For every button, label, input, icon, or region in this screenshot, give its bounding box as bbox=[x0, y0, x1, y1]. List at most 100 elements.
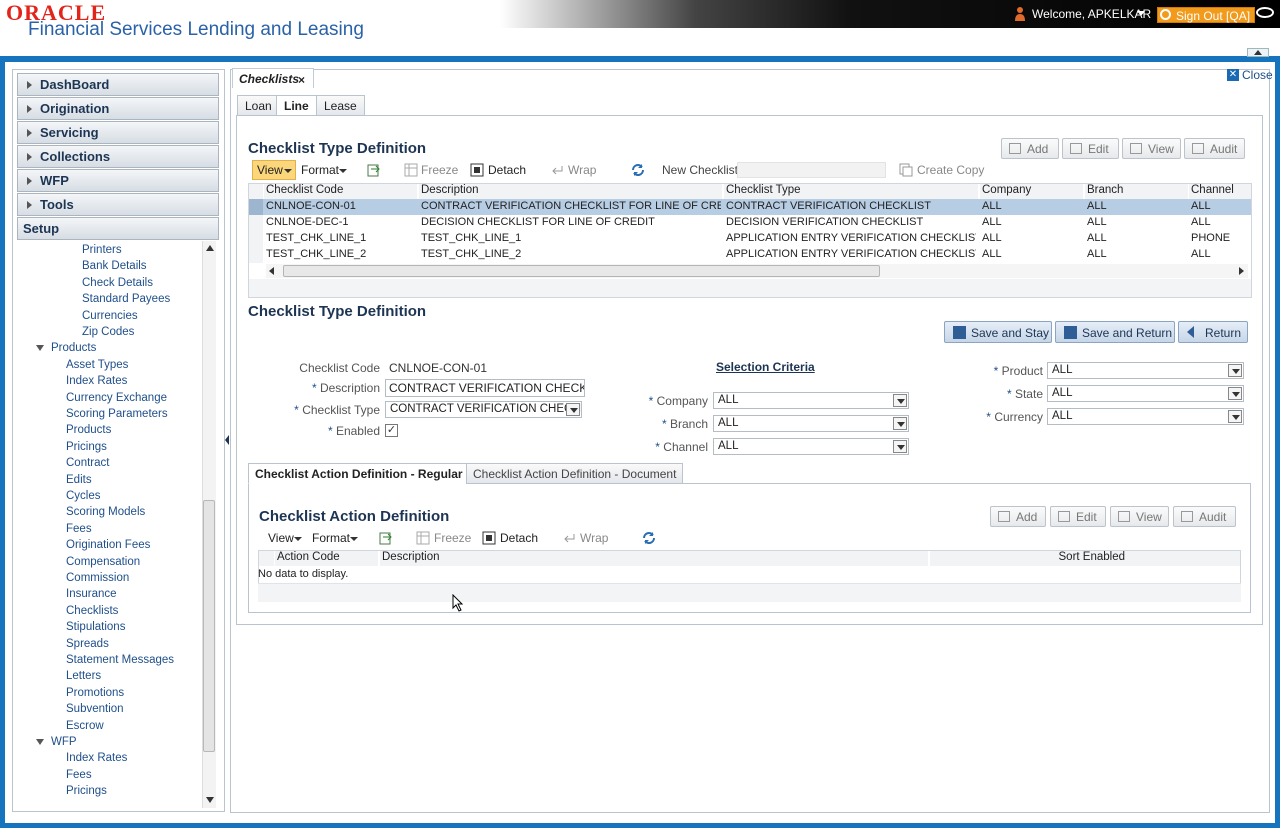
tree-item[interactable]: Fees bbox=[66, 769, 92, 781]
wrap-button[interactable]: Wrap bbox=[568, 163, 596, 177]
freeze-button[interactable]: Freeze bbox=[421, 163, 458, 177]
format-menu[interactable]: Format bbox=[301, 163, 339, 177]
tree-item[interactable]: WFP bbox=[36, 736, 77, 748]
sign-out-button[interactable]: Sign Out [QA] bbox=[1157, 7, 1256, 23]
view-action-button[interactable]: View bbox=[1110, 506, 1169, 527]
edit-action-button[interactable]: Edit bbox=[1050, 506, 1106, 527]
tree-item[interactable]: Pricings bbox=[66, 785, 107, 797]
scroll-down-icon[interactable] bbox=[206, 797, 214, 803]
tree-item[interactable]: Edits bbox=[66, 474, 92, 486]
export-icon[interactable] bbox=[379, 531, 393, 545]
format-menu[interactable]: Format bbox=[312, 531, 350, 545]
description-input[interactable]: CONTRACT VERIFICATION CHECKLIST F bbox=[385, 379, 585, 397]
tree-item[interactable]: Currencies bbox=[82, 310, 138, 322]
column-header-company[interactable]: Company bbox=[980, 184, 1083, 199]
column-header-branch[interactable]: Branch bbox=[1085, 184, 1188, 199]
tree-item[interactable]: Insurance bbox=[66, 588, 117, 600]
column-header-description[interactable]: Description bbox=[380, 551, 928, 566]
export-icon[interactable] bbox=[367, 163, 381, 177]
view-menu[interactable]: View bbox=[268, 531, 294, 545]
close-button[interactable]: Close bbox=[1242, 68, 1273, 82]
table-row[interactable]: TEST_CHK_LINE_2 TEST_CHK_LINE_2 APPLICATIO… bbox=[249, 247, 1251, 263]
row-header[interactable] bbox=[249, 231, 263, 247]
tree-item[interactable]: Stipulations bbox=[66, 621, 125, 633]
row-header[interactable] bbox=[249, 199, 263, 215]
grid-scroll-thumb[interactable] bbox=[283, 265, 880, 277]
tree-item[interactable]: Products bbox=[35, 342, 96, 354]
table-row[interactable]: TEST_CHK_LINE_1 TEST_CHK_LINE_1 APPLICATIO… bbox=[249, 231, 1251, 247]
enabled-checkbox[interactable]: ✓ bbox=[385, 424, 398, 437]
add-action-button[interactable]: Add bbox=[990, 506, 1046, 527]
tab-loan[interactable]: Loan bbox=[237, 95, 280, 116]
audit-button[interactable]: Audit bbox=[1184, 138, 1245, 159]
collapse-header-button[interactable] bbox=[1247, 48, 1269, 57]
add-button[interactable]: Add bbox=[1001, 138, 1059, 159]
scroll-right-icon[interactable] bbox=[1239, 267, 1244, 275]
new-checklist-input[interactable] bbox=[737, 162, 886, 178]
tree-item[interactable]: Index Rates bbox=[66, 752, 127, 764]
close-icon[interactable]: ✕ bbox=[1227, 69, 1239, 81]
detach-button[interactable]: Detach bbox=[488, 163, 526, 177]
tree-item[interactable]: Zip Codes bbox=[82, 326, 134, 338]
sidebar-item-wfp[interactable]: WFP bbox=[17, 169, 219, 192]
tree-item[interactable]: Currency Exchange bbox=[66, 392, 167, 404]
tree-item[interactable]: Spreads bbox=[66, 638, 109, 650]
column-header-action-code[interactable]: Action Code bbox=[275, 551, 378, 566]
checklist-type-select[interactable]: CONTRACT VERIFICATION CHECKLI bbox=[385, 401, 582, 418]
scroll-up-icon[interactable] bbox=[206, 245, 214, 251]
tab-action-regular[interactable]: Checklist Action Definition - Regular bbox=[248, 463, 470, 484]
freeze-button[interactable]: Freeze bbox=[434, 531, 471, 545]
tree-item[interactable]: Letters bbox=[66, 670, 101, 682]
table-row[interactable]: CNLNOE-DEC-1 DECISION CHECKLIST FOR LINE … bbox=[249, 215, 1251, 231]
wrap-button[interactable]: Wrap bbox=[580, 531, 608, 545]
tab-line[interactable]: Line bbox=[276, 95, 317, 116]
company-select[interactable]: ALL bbox=[713, 392, 909, 409]
tree-item[interactable]: Escrow bbox=[66, 720, 104, 732]
tree-item[interactable]: Scoring Models bbox=[66, 506, 145, 518]
return-button[interactable]: Return bbox=[1178, 321, 1248, 343]
refresh-icon[interactable] bbox=[631, 163, 645, 177]
detach-button[interactable]: Detach bbox=[500, 531, 538, 545]
tree-item[interactable]: Compensation bbox=[66, 556, 140, 568]
channel-select[interactable]: ALL bbox=[713, 438, 909, 455]
tree-item[interactable]: Check Details bbox=[82, 277, 153, 289]
row-header[interactable] bbox=[249, 215, 263, 231]
sidebar-scroll-thumb[interactable] bbox=[203, 500, 215, 752]
column-header-code[interactable]: Checklist Code bbox=[264, 184, 417, 199]
tree-item[interactable]: Scoring Parameters bbox=[66, 408, 168, 420]
tree-item[interactable]: Statement Messages bbox=[66, 654, 174, 666]
view-button[interactable]: View bbox=[1122, 138, 1181, 159]
product-select[interactable]: ALL bbox=[1047, 362, 1244, 379]
sidebar-item-servicing[interactable]: Servicing bbox=[17, 121, 219, 144]
column-header-description[interactable]: Description bbox=[419, 184, 722, 199]
tab-lease[interactable]: Lease bbox=[316, 95, 365, 116]
save-and-return-button[interactable]: Save and Return bbox=[1055, 321, 1175, 343]
sidebar-item-origination[interactable]: Origination bbox=[17, 97, 219, 120]
chevron-down-icon[interactable] bbox=[1137, 11, 1145, 16]
tree-item[interactable]: Commission bbox=[66, 572, 129, 584]
column-header-type[interactable]: Checklist Type bbox=[724, 184, 978, 199]
branch-select[interactable]: ALL bbox=[713, 415, 909, 432]
table-row[interactable]: CNLNOE-CON-01 CONTRACT VERIFICATION CHECK… bbox=[249, 199, 1251, 215]
tree-item[interactable]: Standard Payees bbox=[82, 293, 170, 305]
column-header-sort-enabled[interactable]: Sort Enabled bbox=[930, 551, 1240, 566]
tree-item[interactable]: Asset Types bbox=[66, 359, 128, 371]
tree-item[interactable]: Origination Fees bbox=[66, 539, 150, 551]
sidebar-item-dashboard[interactable]: DashBoard bbox=[17, 73, 219, 96]
tree-item[interactable]: Products bbox=[66, 424, 111, 436]
tree-item[interactable]: Printers bbox=[82, 244, 122, 256]
tree-item[interactable]: Contract bbox=[66, 457, 109, 469]
save-and-stay-button[interactable]: Save and Stay bbox=[944, 321, 1052, 343]
help-icon[interactable] bbox=[1256, 7, 1274, 18]
currency-select[interactable]: ALL bbox=[1047, 408, 1244, 425]
tree-item[interactable]: Index Rates bbox=[66, 375, 127, 387]
column-header-channel[interactable]: Channel bbox=[1189, 184, 1251, 199]
row-header[interactable] bbox=[249, 247, 263, 263]
create-copy-button[interactable]: Create Copy bbox=[917, 163, 984, 177]
tree-item[interactable]: Cycles bbox=[66, 490, 101, 502]
tab-action-document[interactable]: Checklist Action Definition - Document bbox=[466, 463, 684, 484]
tree-item[interactable]: Bank Details bbox=[82, 260, 147, 272]
sidebar-item-tools[interactable]: Tools bbox=[17, 193, 219, 216]
sidebar-item-collections[interactable]: Collections bbox=[17, 145, 219, 168]
audit-action-button[interactable]: Audit bbox=[1173, 506, 1236, 527]
